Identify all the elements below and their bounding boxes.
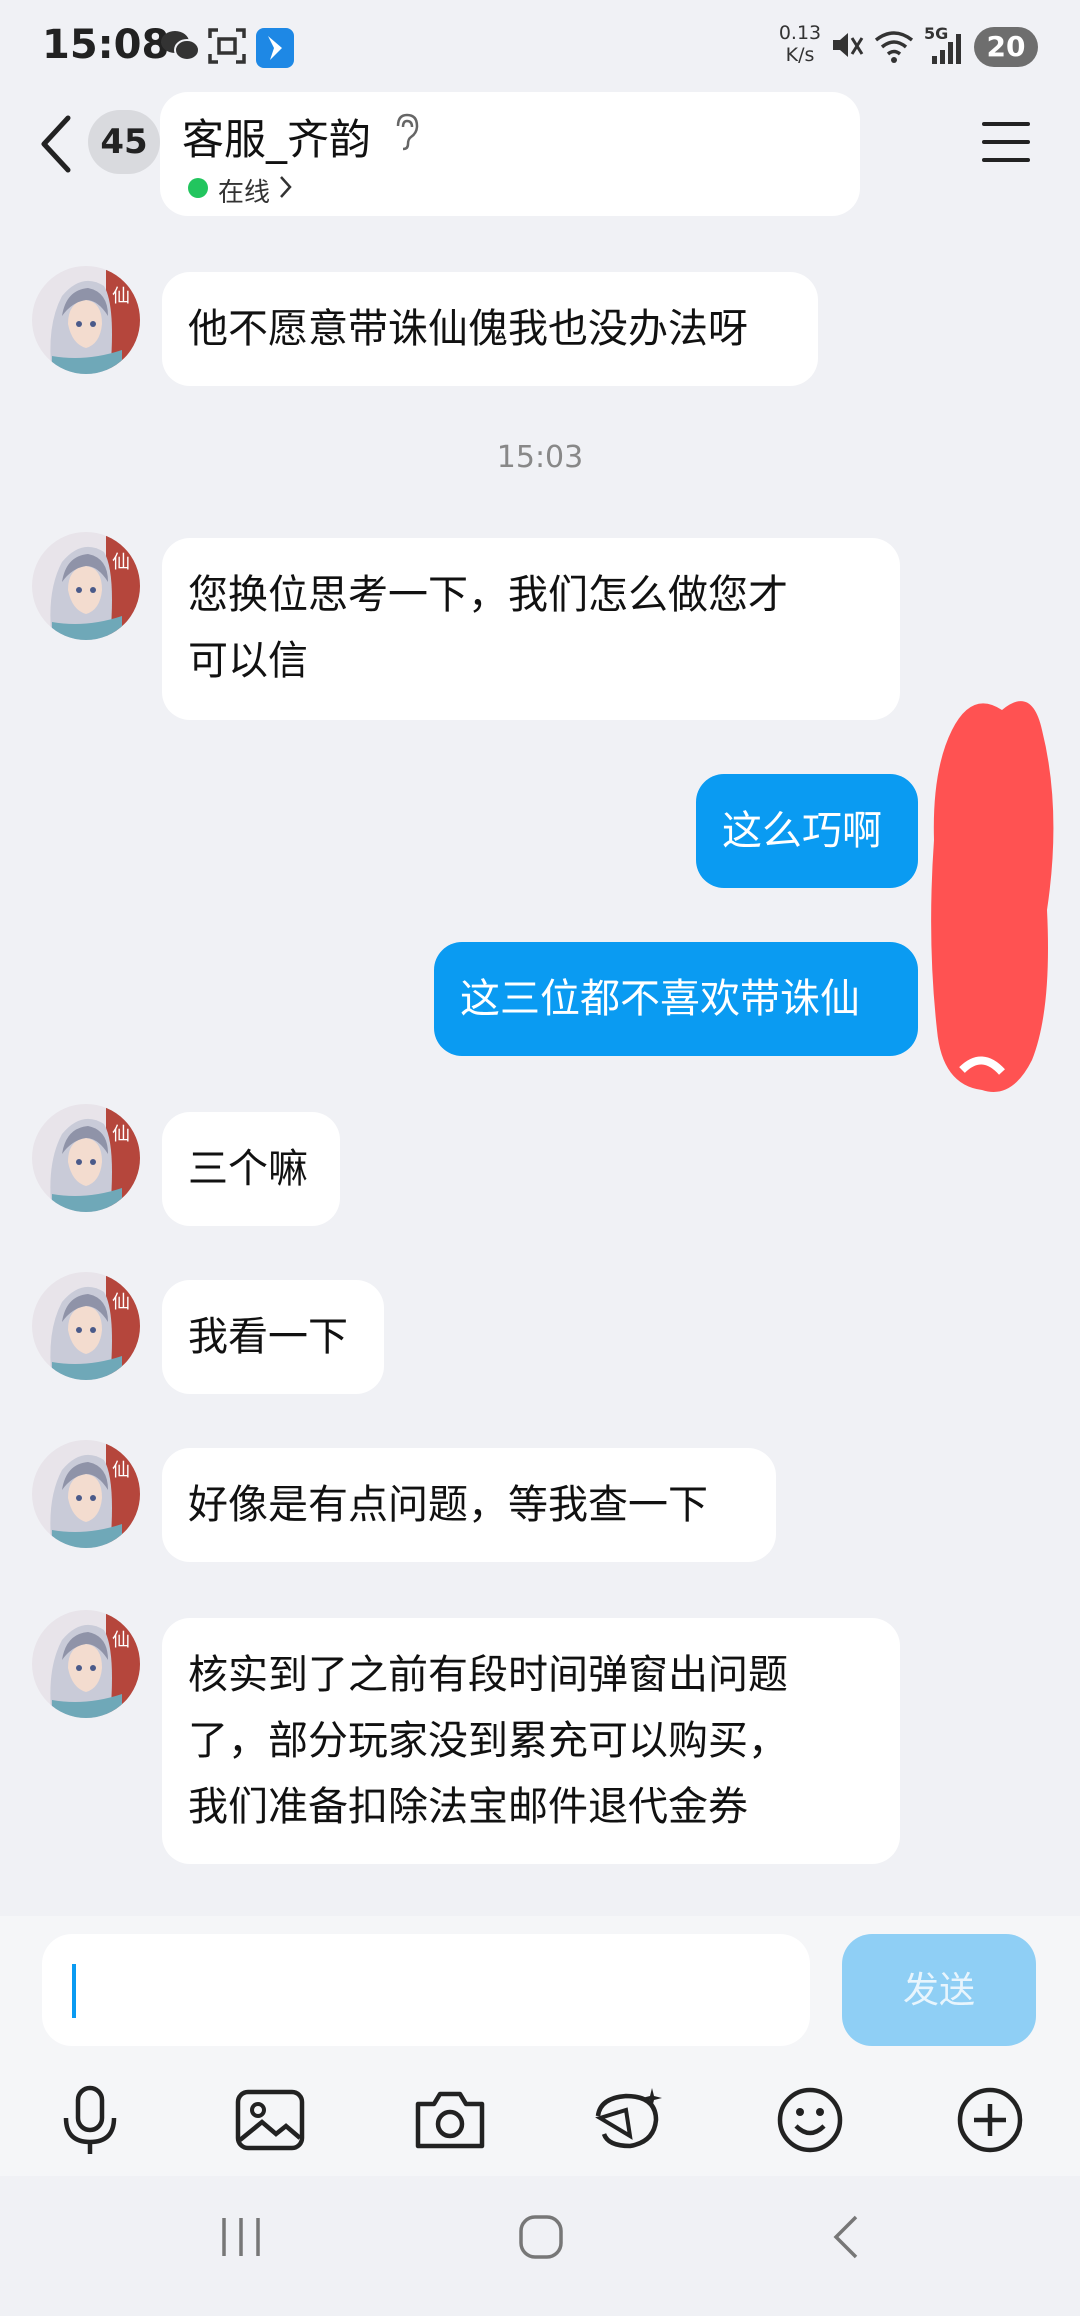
emoji-icon[interactable] <box>770 2080 850 2160</box>
chat-header: 45 客服_齐韵 在线 <box>0 92 1080 212</box>
battery-indicator: 20 <box>974 27 1038 67</box>
online-status-dot <box>188 178 208 198</box>
agent-avatar[interactable] <box>32 1272 140 1380</box>
send-button[interactable]: 发送 <box>842 1934 1036 2046</box>
message-bubble[interactable]: 这么巧啊 <box>696 774 918 888</box>
back-arrow-icon[interactable] <box>36 112 76 176</box>
back-nav-icon[interactable] <box>826 2212 866 2262</box>
ear-icon[interactable] <box>392 112 422 152</box>
mute-icon <box>833 33 864 57</box>
menu-icon[interactable] <box>980 120 1032 164</box>
agent-avatar[interactable] <box>32 532 140 640</box>
input-panel: 发送 <box>0 1916 1080 2176</box>
text-caret <box>72 1964 76 2018</box>
status-bar: 15:08 0.13 K/s 5G 20 <box>0 0 1080 92</box>
status-time: 15:08 <box>42 22 170 68</box>
wechat-icon <box>161 31 200 61</box>
recent-apps-icon[interactable] <box>216 2212 266 2262</box>
message-timestamp: 15:03 <box>496 440 584 475</box>
message-input[interactable] <box>42 1934 810 2046</box>
message-bubble[interactable]: 核实到了之前有段时间弹窗出问题 了，部分玩家没到累充可以购买， 我们准备扣除法宝… <box>162 1618 900 1864</box>
home-icon[interactable] <box>516 2212 566 2262</box>
message-bubble[interactable]: 三个嘛 <box>162 1112 340 1226</box>
chevron-right-icon[interactable] <box>278 174 294 200</box>
microphone-icon[interactable] <box>50 2080 130 2160</box>
camera-icon[interactable] <box>410 2080 490 2160</box>
online-status-text[interactable]: 在线 <box>218 172 270 209</box>
message-bubble[interactable]: 他不愿意带诛仙傀我也没办法呀 <box>162 272 818 386</box>
message-bubble[interactable]: 您换位思考一下，我们怎么做您才 可以信 <box>162 538 900 720</box>
chat-title[interactable]: 客服_齐韵 <box>182 106 371 167</box>
message-bubble[interactable]: 这三位都不喜欢带诛仙 <box>434 942 918 1056</box>
network-speed: 0.13 K/s <box>778 22 822 66</box>
image-icon[interactable] <box>230 2080 310 2160</box>
signal-icon <box>932 34 961 64</box>
agent-avatar[interactable] <box>32 1610 140 1718</box>
message-bubble[interactable]: 我看一下 <box>162 1280 384 1394</box>
agent-avatar[interactable] <box>32 1440 140 1548</box>
message-bubble[interactable]: 好像是有点问题，等我查一下 <box>162 1448 776 1562</box>
scan-icon <box>208 28 246 64</box>
app-notification-icon <box>256 28 294 68</box>
wifi-icon <box>874 31 914 63</box>
system-nav-bar <box>0 2176 1080 2316</box>
sticker-icon[interactable] <box>590 2080 670 2160</box>
agent-avatar[interactable] <box>32 266 140 374</box>
unread-count-badge[interactable]: 45 <box>88 110 160 174</box>
redaction-scribble <box>931 701 1054 1092</box>
plus-icon[interactable] <box>950 2080 1030 2160</box>
agent-avatar[interactable] <box>32 1104 140 1212</box>
